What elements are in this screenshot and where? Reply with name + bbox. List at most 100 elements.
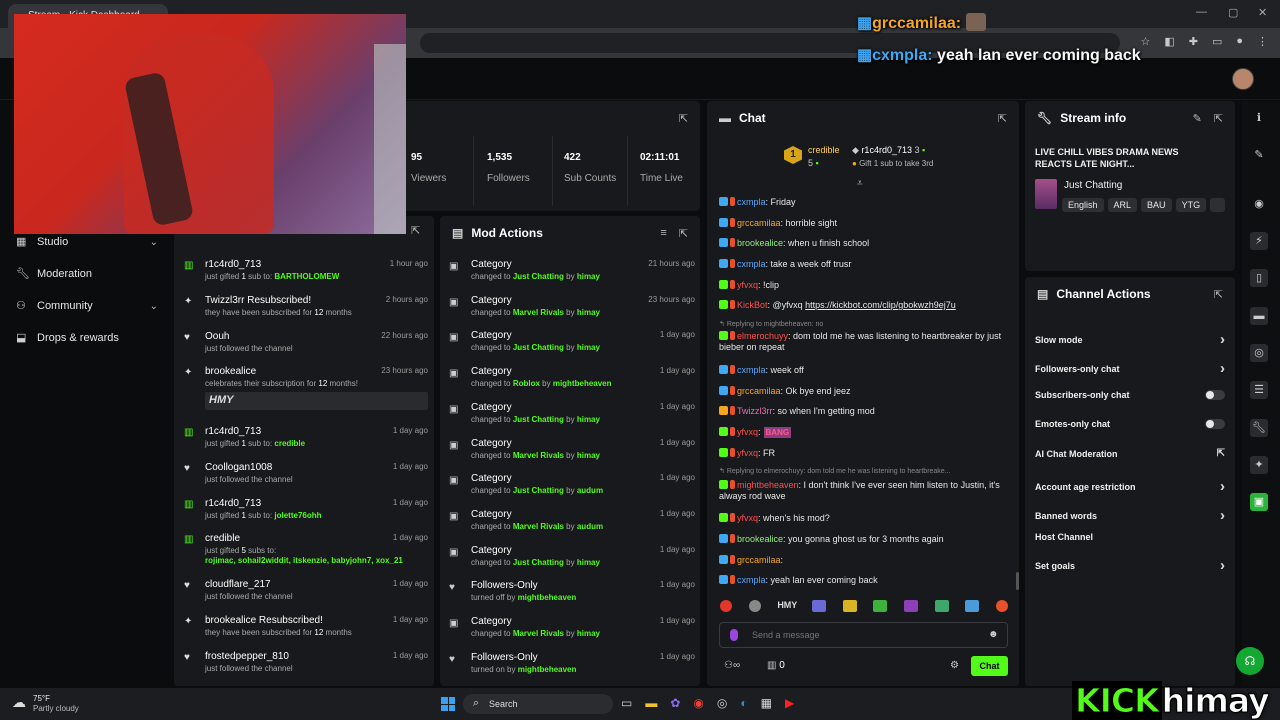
emote-icon[interactable] <box>903 600 918 612</box>
send-chat-button[interactable]: Chat <box>971 656 1008 676</box>
second-gifter[interactable]: ◆ r1c4rd0_713 3 ▪ ● Gift 1 sub to take 3… <box>852 145 933 168</box>
file-explorer-icon[interactable]: ▬ <box>645 696 657 710</box>
chat-message[interactable]: yfvxq: !clip <box>719 280 1015 291</box>
popout-icon[interactable]: ⇱ <box>1214 288 1223 301</box>
support-headset-icon[interactable]: ☊ <box>1236 647 1264 675</box>
card-icon[interactable]: ▯ <box>1250 269 1268 287</box>
chrome-icon[interactable]: ◉ <box>693 696 703 710</box>
taskbar-search[interactable]: ⌕ Search <box>463 694 613 714</box>
people-icon[interactable]: ⚇∞ <box>724 660 740 671</box>
tag[interactable]: ARL <box>1107 198 1138 212</box>
profile-icon[interactable]: ● <box>1236 35 1243 48</box>
maximize-icon[interactable]: ▢ <box>1228 6 1238 19</box>
menu-dots-icon[interactable]: ⋮ <box>1257 35 1268 48</box>
sidebar-item-studio[interactable]: ▦ Studio ⌄ <box>16 236 158 248</box>
chat-message[interactable]: yfvxq: BANG <box>719 427 1015 438</box>
chat-message[interactable]: cxmpla: week off <box>719 365 1015 376</box>
chat-message[interactable]: elmerochuyy: dom told me he was listenin… <box>719 331 1015 353</box>
lightning-icon[interactable]: ⚡︎ <box>1250 232 1268 250</box>
emote-icon[interactable] <box>965 600 980 612</box>
pencil-icon[interactable]: ✎ <box>1250 146 1268 164</box>
emote-icon[interactable] <box>995 600 1008 612</box>
emote-icon[interactable] <box>842 600 857 612</box>
chat-message[interactable]: KickBot: @yfvxq https://kickbot.com/clip… <box>719 300 1015 311</box>
emote-icon[interactable] <box>811 600 826 612</box>
channel-action-item[interactable]: AI Chat Moderation ⇱ <box>1035 448 1225 459</box>
tag[interactable]: YTG <box>1175 198 1207 212</box>
chat-message[interactable]: mightbeheaven: I don't think I've ever s… <box>719 480 1015 502</box>
emote-icon[interactable] <box>748 600 761 612</box>
channel-action-item[interactable]: Slow mode › <box>1035 331 1225 348</box>
viewer-count-value: 0 <box>779 660 785 671</box>
tag[interactable]: English <box>1062 198 1104 212</box>
popout-icon[interactable]: ⇱ <box>411 224 420 237</box>
chat-message[interactable]: yfvxq: FR <box>719 448 1015 459</box>
popout-icon[interactable]: ⇱ <box>679 227 688 240</box>
edge-icon[interactable]: ◐ <box>740 696 747 710</box>
edit-pencil-icon[interactable]: ✎ <box>1193 112 1202 125</box>
copilot-icon[interactable]: ✿ <box>670 696 680 710</box>
add-widget-icon[interactable]: ▣ <box>1250 493 1268 511</box>
emoji-icon[interactable]: ☻ <box>988 629 999 640</box>
microphone-icon[interactable] <box>730 629 738 641</box>
chat-scrollbar[interactable] <box>1016 572 1019 590</box>
puzzle-icon[interactable]: ✚ <box>1189 35 1198 48</box>
popout-icon[interactable]: ⇱ <box>998 112 1007 125</box>
chat-input-box[interactable]: ☻ <box>719 622 1008 648</box>
obs-icon[interactable]: ◎ <box>717 696 727 710</box>
chat-message[interactable]: brookealice: you gonna ghost us for 3 mo… <box>719 534 1015 545</box>
channel-action-item[interactable]: Subscribers-only chat <box>1035 390 1225 400</box>
chat-message[interactable]: yfvxq: when's his mod? <box>719 513 1015 524</box>
list-icon[interactable]: ☰ <box>1250 381 1268 399</box>
chat-message[interactable]: grccamilaa: <box>719 555 1015 566</box>
channel-action-item[interactable]: Followers-only chat › <box>1035 360 1225 377</box>
bookmark-star-icon[interactable]: ☆ <box>1140 35 1150 48</box>
chat-message[interactable]: cxmpla: Friday <box>719 197 1015 208</box>
wrench-icon[interactable]: 🔧︎ <box>1250 419 1268 437</box>
sidebar-item-moderation[interactable]: 🔧︎ Moderation <box>16 268 158 280</box>
tag[interactable]: BAU <box>1141 198 1172 212</box>
task-view-icon[interactable]: ▭ <box>621 696 632 710</box>
emote-icon[interactable] <box>934 600 949 612</box>
tools-icon[interactable]: ✦ <box>1250 456 1268 474</box>
weather-widget[interactable]: 75°F Partly cloudy <box>33 694 79 714</box>
channel-action-item[interactable]: Emotes-only chat <box>1035 419 1225 429</box>
channel-action-item[interactable]: Set goals › <box>1035 557 1225 574</box>
emote-icon[interactable] <box>873 600 888 612</box>
close-window-icon[interactable]: ✕ <box>1258 6 1267 19</box>
chat-message[interactable]: Twizzl3rr: so when I'm getting mod <box>719 406 1015 417</box>
chat-message-input[interactable] <box>752 627 972 643</box>
chat-message[interactable]: cxmpla: take a week off trusr <box>719 259 1015 270</box>
broadcast-icon[interactable]: ◎ <box>1250 344 1268 362</box>
user-avatar[interactable] <box>1232 68 1254 90</box>
top-gifter[interactable]: credible 5 ▪ <box>808 145 840 168</box>
cast-icon[interactable]: ▭ <box>1212 35 1222 48</box>
popout-icon[interactable]: ⇱ <box>1214 112 1223 125</box>
sidebar-item-community[interactable]: ⚇ Community ⌄ <box>16 300 158 312</box>
extension-icon[interactable]: ◧ <box>1164 35 1174 48</box>
store-icon[interactable]: ▦ <box>761 696 772 710</box>
youtube-icon[interactable]: ▶ <box>785 696 794 710</box>
emote-icon[interactable] <box>720 600 732 612</box>
chat-message[interactable]: brookealice: when u finish school <box>719 238 1015 249</box>
filter-icon[interactable]: ≡ <box>660 227 666 240</box>
toggle-switch[interactable] <box>1205 419 1225 429</box>
minimize-icon[interactable]: — <box>1196 6 1207 18</box>
channel-action-item[interactable]: Host Channel <box>1035 532 1225 542</box>
popout-icon[interactable]: ⇱ <box>679 112 688 125</box>
chat-link[interactable]: https://kickbot.com/clip/gbokwzh9ej7u <box>805 300 956 310</box>
chat-settings-icon[interactable]: ⚙ <box>950 660 959 671</box>
sidebar-item-drops[interactable]: ⬓ Drops & rewards <box>16 332 158 344</box>
chat-message[interactable]: grccamilaa: horrible sight <box>719 218 1015 229</box>
toggle-switch[interactable] <box>1205 390 1225 400</box>
chat-message[interactable]: grccamilaa: Ok bye end jeez <box>719 386 1015 397</box>
channel-action-item[interactable]: Account age restriction › <box>1035 478 1225 495</box>
emote-icon[interactable]: HMY <box>777 600 797 616</box>
chat-message[interactable]: cxmpla: yeah lan ever coming back <box>719 575 1015 586</box>
camera-icon[interactable]: ◉ <box>1250 195 1268 213</box>
windows-start-icon[interactable] <box>441 697 455 711</box>
info-icon[interactable]: ℹ <box>1250 109 1268 127</box>
chevron-down-icon[interactable]: ⩡ <box>857 178 863 189</box>
channel-action-item[interactable]: Banned words › <box>1035 507 1225 524</box>
chat-icon[interactable]: ▬ <box>1250 307 1268 325</box>
